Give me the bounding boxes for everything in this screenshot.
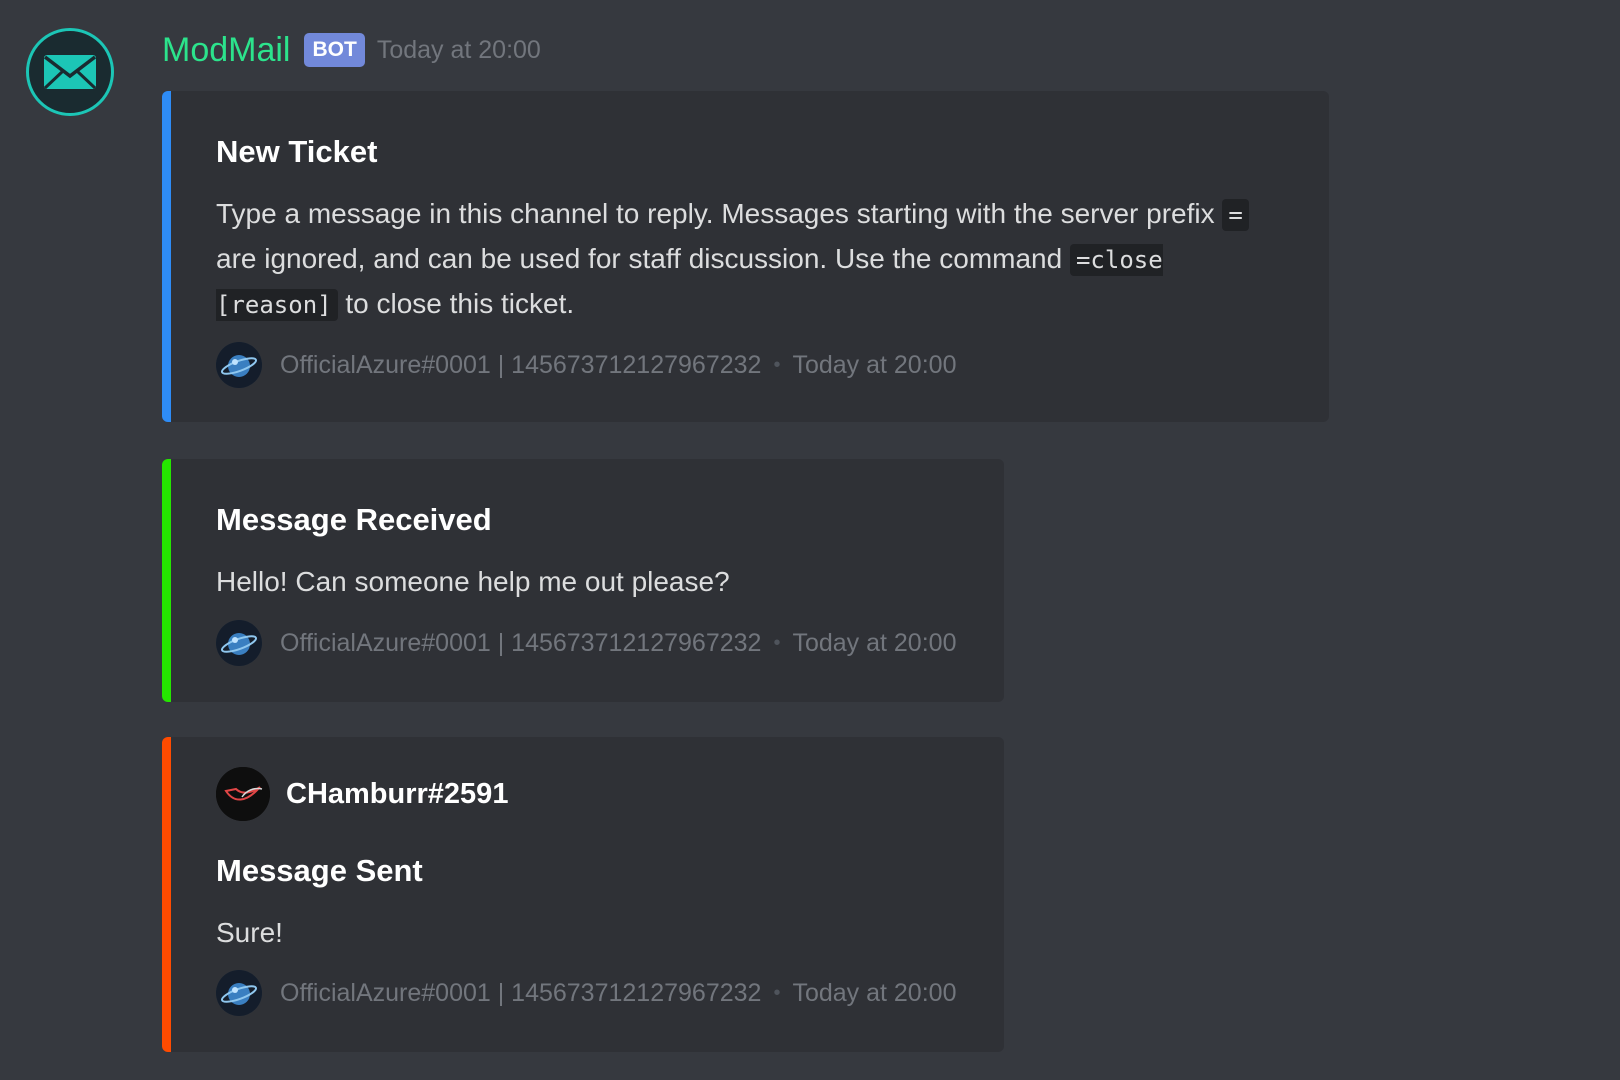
desc-text: are ignored, and can be used for staff d… <box>216 243 1070 274</box>
planet-icon <box>216 342 262 388</box>
embed-title: Message Received <box>216 502 492 537</box>
embed-description: Sure! <box>216 917 283 948</box>
footer-text: OfficialAzure#0001 | 145673712127967232 <box>280 350 762 379</box>
embed-new-ticket: New Ticket Type a message in this channe… <box>162 91 1329 422</box>
embed-message-received: Message Received Hello! Can someone help… <box>162 459 1004 702</box>
footer-timestamp: Today at 20:00 <box>792 628 957 657</box>
inline-code: = <box>1222 199 1249 231</box>
footer-avatar <box>216 620 262 666</box>
footer-separator: • <box>773 353 781 376</box>
author-name[interactable]: ModMail <box>162 26 290 74</box>
footer-avatar <box>216 970 262 1016</box>
footer-avatar <box>216 342 262 388</box>
envelope-icon <box>43 55 97 90</box>
desc-text: to close this ticket. <box>337 288 575 319</box>
bird-icon <box>216 767 270 821</box>
desc-text: Type a message in this channel to reply.… <box>216 198 1223 229</box>
bot-tag: BOT <box>304 33 365 67</box>
planet-icon <box>216 620 262 666</box>
embed-author: CHamburr#2591 <box>216 767 508 821</box>
footer-timestamp: Today at 20:00 <box>792 978 957 1007</box>
message-timestamp[interactable]: Today at 20:00 <box>377 36 541 65</box>
embed-description: Type a message in this channel to reply.… <box>216 192 1296 327</box>
embed-description: Hello! Can someone help me out please? <box>216 566 730 597</box>
footer-text: OfficialAzure#0001 | 145673712127967232 <box>280 978 762 1007</box>
embed-footer: OfficialAzure#0001 | 145673712127967232 … <box>216 342 956 388</box>
embed-message-sent: CHamburr#2591 Message Sent Sure! Officia… <box>162 737 1004 1052</box>
footer-separator: • <box>773 631 781 654</box>
embed-title: New Ticket <box>216 134 378 169</box>
embed-footer: OfficialAzure#0001 | 145673712127967232 … <box>216 970 956 1016</box>
embed-title: Message Sent <box>216 853 423 888</box>
embed-author-avatar[interactable] <box>216 767 270 821</box>
footer-timestamp: Today at 20:00 <box>792 350 957 379</box>
planet-icon <box>216 970 262 1016</box>
message-header: ModMail BOT Today at 20:00 <box>162 26 541 74</box>
embed-footer: OfficialAzure#0001 | 145673712127967232 … <box>216 620 956 666</box>
embed-author-name[interactable]: CHamburr#2591 <box>286 778 508 811</box>
footer-separator: • <box>773 981 781 1004</box>
chat-message: ModMail BOT Today at 20:00 New Ticket Ty… <box>0 0 1620 1080</box>
footer-text: OfficialAzure#0001 | 145673712127967232 <box>280 628 762 657</box>
bot-avatar[interactable] <box>26 28 114 116</box>
